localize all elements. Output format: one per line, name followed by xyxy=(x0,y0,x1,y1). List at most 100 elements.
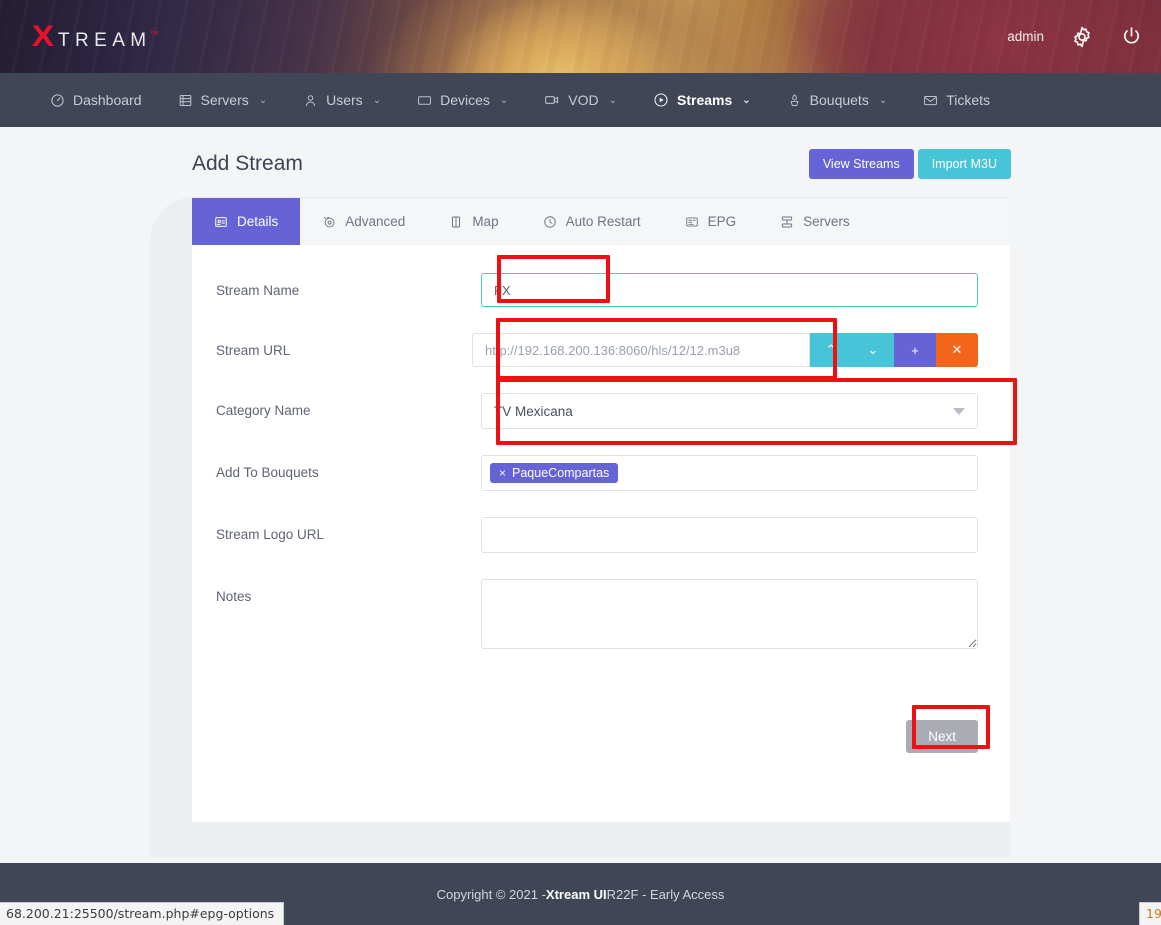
chevron-down-icon: ⌄ xyxy=(879,95,887,106)
remove-tag-icon[interactable]: × xyxy=(499,466,506,480)
tab-label-advanced: Advanced xyxy=(345,214,405,229)
nav-item-streams[interactable]: Streams ⌄ xyxy=(635,73,769,127)
clock-icon xyxy=(543,215,557,229)
page-header-actions: View Streams Import M3U xyxy=(809,149,1011,179)
details-icon xyxy=(214,215,228,229)
control-stream-logo-url xyxy=(481,517,978,553)
server-icon xyxy=(178,93,193,108)
add-stream-card: Details Advanced xyxy=(192,197,1010,822)
field-row-bouquets: Add To Bouquets × PaqueCompartas xyxy=(216,455,978,491)
chevron-down-icon: ⌄ xyxy=(259,95,267,106)
field-row-stream-url: Stream URL ⌃ ⌄ + ✕ xyxy=(216,333,978,367)
add-url-button[interactable]: + xyxy=(894,333,936,367)
epg-icon xyxy=(685,215,699,229)
label-stream-name: Stream Name xyxy=(216,273,481,298)
copyright-prefix: Copyright © 2021 - xyxy=(437,887,546,902)
remove-url-button[interactable]: ✕ xyxy=(936,333,978,367)
stream-url-input[interactable] xyxy=(472,333,810,367)
next-button[interactable]: Next xyxy=(906,720,978,753)
copyright-brand: Xtream UI xyxy=(546,887,607,902)
field-row-stream-logo-url: Stream Logo URL xyxy=(216,517,978,553)
nav-item-users[interactable]: Users ⌄ xyxy=(285,73,399,127)
label-add-to-bouquets: Add To Bouquets xyxy=(216,455,481,480)
stream-name-input[interactable] xyxy=(481,273,978,307)
copyright-suffix: R22F - Early Access xyxy=(607,887,725,902)
chevron-down-icon: ⌄ xyxy=(500,95,508,106)
move-down-button[interactable]: ⌄ xyxy=(852,333,894,367)
control-notes xyxy=(481,579,978,654)
stream-logo-url-input[interactable] xyxy=(481,517,978,553)
bouquet-icon xyxy=(787,93,802,108)
gear-icon[interactable] xyxy=(1070,25,1094,49)
control-add-to-bouquets: × PaqueCompartas xyxy=(481,455,978,491)
form-footer: Next xyxy=(192,706,1010,761)
browser-status-bar: 68.200.21:25500/stream.php#epg-options xyxy=(0,902,284,925)
browser-corner-chip: 192 xyxy=(1139,902,1161,925)
servers-icon xyxy=(780,215,794,229)
nav-item-bouquets[interactable]: Bouquets ⌄ xyxy=(769,73,906,127)
nav-label-bouquets: Bouquets xyxy=(810,92,869,108)
page-content: Add Stream View Streams Import M3U xyxy=(0,127,1161,917)
field-row-category-name: Category Name TV Mexicana xyxy=(216,393,978,429)
label-stream-logo-url: Stream Logo URL xyxy=(216,517,481,542)
stream-url-group: ⌃ ⌄ + ✕ xyxy=(472,333,978,367)
tab-auto-restart[interactable]: Auto Restart xyxy=(521,198,663,245)
nav-item-servers[interactable]: Servers ⌄ xyxy=(160,73,286,127)
app-root: X TREAM ™ admin xyxy=(0,0,1161,925)
logo-wordmark: TREAM xyxy=(58,31,152,50)
header-background-streaks xyxy=(0,0,1161,73)
nav-label-vod: VOD xyxy=(568,92,598,108)
tab-label-details: Details xyxy=(237,214,278,229)
chevron-down-icon: ⌄ xyxy=(609,95,617,106)
main-navigation: Dashboard Servers ⌄ Users ⌄ xyxy=(0,73,1161,127)
device-icon xyxy=(417,93,432,108)
nav-label-streams: Streams xyxy=(677,92,732,108)
tab-map[interactable]: Map xyxy=(427,198,520,245)
add-stream-form: Stream Name Stream URL ⌃ ⌄ xyxy=(192,245,1010,706)
user-icon xyxy=(303,93,318,108)
bouquet-tag[interactable]: × PaqueCompartas xyxy=(490,463,618,483)
envelope-icon xyxy=(923,93,938,108)
label-category-name: Category Name xyxy=(216,393,481,418)
tab-advanced[interactable]: Advanced xyxy=(300,198,427,245)
field-row-notes: Notes xyxy=(216,579,978,654)
import-m3u-button[interactable]: Import M3U xyxy=(918,149,1011,179)
chevron-down-icon: ⌄ xyxy=(373,95,381,106)
logo-x-mark: X xyxy=(32,22,54,52)
chevron-down-icon: ⌄ xyxy=(742,95,750,106)
tab-label-auto-restart: Auto Restart xyxy=(566,214,641,229)
field-row-stream-name: Stream Name xyxy=(216,273,978,307)
video-icon xyxy=(544,92,560,108)
page-header-row: Add Stream View Streams Import M3U xyxy=(0,127,1161,179)
nav-item-vod[interactable]: VOD ⌄ xyxy=(526,73,635,127)
play-circle-icon xyxy=(653,92,669,108)
power-icon[interactable] xyxy=(1120,25,1143,48)
tab-servers[interactable]: Servers xyxy=(758,198,872,245)
nav-item-tickets[interactable]: Tickets xyxy=(905,73,1008,127)
tab-label-servers: Servers xyxy=(803,214,850,229)
nav-item-devices[interactable]: Devices ⌄ xyxy=(399,73,526,127)
control-category-name: TV Mexicana xyxy=(481,393,978,429)
notes-textarea[interactable] xyxy=(481,579,978,649)
nav-label-servers: Servers xyxy=(201,92,249,108)
tab-label-map: Map xyxy=(472,214,498,229)
bouquets-tag-box[interactable]: × PaqueCompartas xyxy=(481,455,978,491)
bouquet-tag-label: PaqueCompartas xyxy=(512,466,609,480)
chevron-down-icon xyxy=(953,408,965,415)
control-stream-name xyxy=(481,273,978,307)
control-stream-url: ⌃ ⌄ + ✕ xyxy=(472,333,978,367)
label-stream-url: Stream URL xyxy=(216,333,472,358)
tab-epg[interactable]: EPG xyxy=(663,198,759,245)
move-up-button[interactable]: ⌃ xyxy=(810,333,852,367)
view-streams-button[interactable]: View Streams xyxy=(809,149,914,179)
tab-details[interactable]: Details xyxy=(192,198,300,245)
tab-label-epg: EPG xyxy=(708,214,737,229)
current-user-label[interactable]: admin xyxy=(1007,29,1044,44)
xtream-logo[interactable]: X TREAM ™ xyxy=(33,22,159,52)
nav-label-devices: Devices xyxy=(440,92,490,108)
advanced-icon xyxy=(322,215,336,229)
category-name-select[interactable]: TV Mexicana xyxy=(481,393,978,429)
nav-item-dashboard[interactable]: Dashboard xyxy=(32,73,160,127)
dashboard-icon xyxy=(50,93,65,108)
category-name-value: TV Mexicana xyxy=(494,404,573,419)
